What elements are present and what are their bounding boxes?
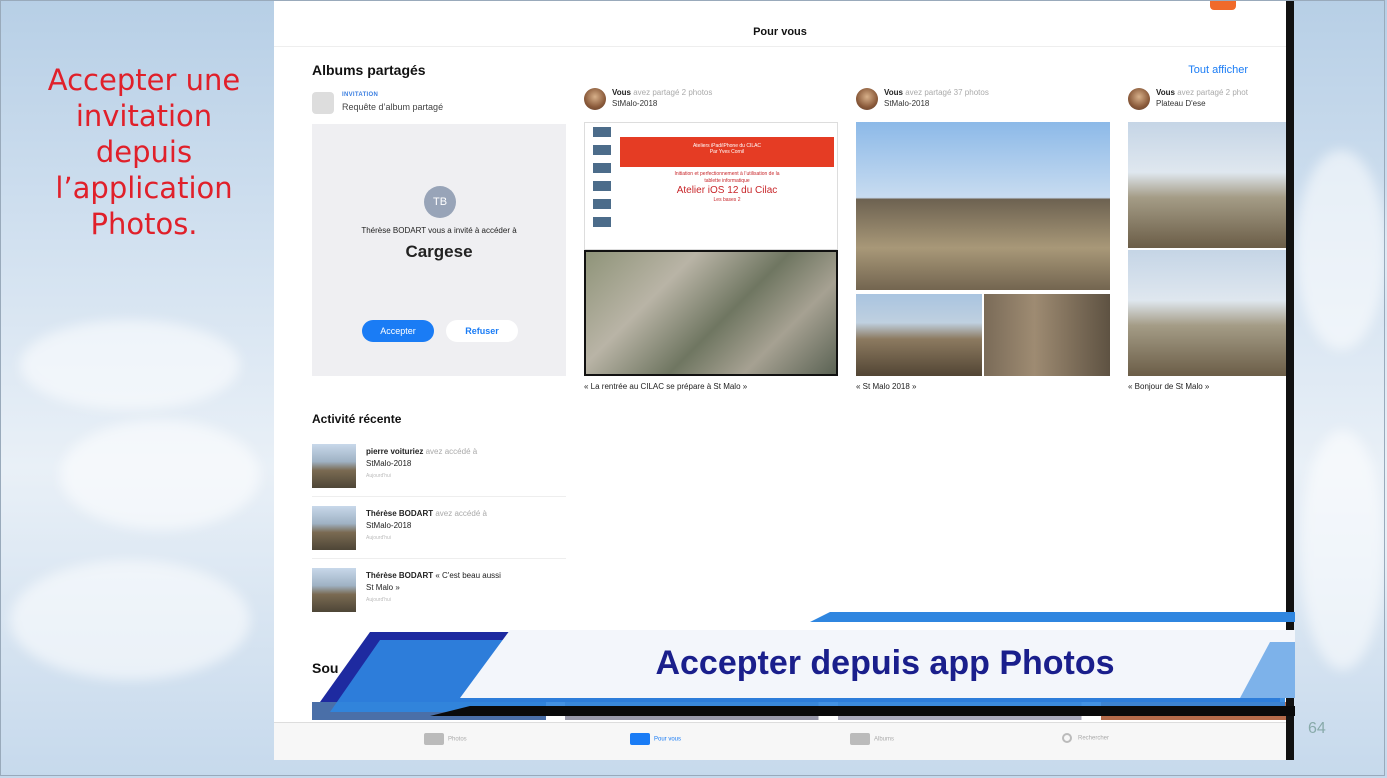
fort-photo (856, 294, 982, 376)
poster-thumb-item (593, 199, 611, 209)
share-activity: Vous avez partagé 37 photos (884, 88, 989, 97)
search-icon (1062, 733, 1072, 743)
avatar (856, 88, 878, 110)
see-all-link[interactable]: Tout afficher (1188, 64, 1248, 76)
share-album-name: Plateau D'ese (1156, 99, 1206, 108)
cloud-decoration (1300, 430, 1385, 670)
tab-bar: Photos Pour vous Albums Rechercher (274, 722, 1286, 760)
poster-thumb-item (593, 217, 611, 227)
caption-line: invitation (75, 99, 213, 133)
banner-top-stripe (810, 612, 1295, 622)
invitation-card: TB Thérèse BODART vous a invité à accéde… (312, 124, 566, 376)
activity-text: pierre voituriez avez accédé à StMalo-20… (366, 446, 566, 482)
slide-caption: Accepter une invitation depuis l’applica… (14, 62, 274, 242)
poster-text: Initiation et perfectionnement à l’utili… (674, 171, 780, 203)
activity-thumbnail (312, 568, 356, 612)
caption-line: l’application (55, 171, 233, 205)
slide-number: 64 (1308, 720, 1326, 737)
avatar (584, 88, 606, 110)
photos-icon (424, 733, 444, 745)
activity-time: Aujourd'hui (366, 597, 391, 603)
recent-activity-title: Activité récente (312, 412, 402, 426)
accept-button[interactable]: Accepter (362, 320, 434, 342)
banner-text: Accepter depuis app Photos (655, 644, 1114, 682)
share-album-name: StMalo-2018 (612, 99, 658, 108)
share-album-name: StMalo-2018 (884, 99, 930, 108)
activity-row[interactable]: pierre voituriez avez accédé à StMalo-20… (312, 436, 566, 497)
share-activity: Vous avez partagé 2 phot (1156, 88, 1248, 97)
invitation-album-name: Cargese (405, 242, 473, 261)
shared-albums-title: Albums partagés (312, 62, 426, 78)
activity-text: Thérèse BODART avez accédé à StMalo-2018… (366, 508, 566, 544)
activity-thumbnail (312, 444, 356, 488)
banner-shadow-shape (430, 706, 1295, 716)
poster-thumb-item (593, 163, 611, 173)
share-activity: Vous avez partagé 2 photos (612, 88, 713, 97)
share-caption: « Bonjour de St Malo » (1128, 382, 1210, 391)
cloud-decoration (20, 320, 240, 410)
rocks-photo (1128, 250, 1286, 376)
tower-photo (984, 294, 1110, 376)
cloud-decoration (1296, 150, 1386, 350)
activity-row[interactable]: Thérèse BODART « C'est beau aussi St Mal… (312, 560, 566, 620)
caption-line: Accepter une (47, 63, 241, 97)
nav-title: Pour vous (274, 18, 1286, 47)
invitation-message: Thérèse BODART vous a invité à accéder à (361, 226, 517, 235)
status-bar (274, 0, 1286, 12)
cloud-decoration (60, 420, 260, 530)
activity-thumbnail (312, 506, 356, 550)
beach-photo (856, 122, 1110, 290)
poster-thumb-item (593, 181, 611, 191)
aerial-photo (584, 250, 838, 376)
activity-time: Aujourd'hui (366, 535, 391, 541)
albums-icon (850, 733, 870, 745)
share-caption: « La rentrée au CILAC se prépare à St Ma… (584, 382, 748, 391)
for-you-icon (630, 733, 650, 745)
poster-thumb-item (593, 145, 611, 155)
activity-text: Thérèse BODART « C'est beau aussi St Mal… (366, 570, 566, 606)
seagull-photo (1128, 122, 1286, 248)
title-banner: Accepter depuis app Photos (320, 612, 1295, 716)
cloud-decoration (10, 560, 250, 680)
caption-line: Photos. (90, 207, 198, 241)
refuse-button[interactable]: Refuser (446, 320, 518, 342)
avatar (1128, 88, 1150, 110)
tab-albums[interactable]: Albums (850, 733, 894, 745)
caption-line: depuis (95, 135, 193, 169)
invitation-subtitle: Requête d’album partagé (342, 102, 444, 112)
tab-search[interactable]: Rechercher (1062, 733, 1109, 743)
invitation-tag: INVITATION (342, 92, 379, 98)
poster-thumbnail: Ateliers iPad/iPhone du CILAC Par Yves C… (584, 122, 838, 250)
activity-row[interactable]: Thérèse BODART avez accédé à StMalo-2018… (312, 498, 566, 559)
shared-album-icon (312, 92, 334, 114)
activity-time: Aujourd'hui (366, 473, 391, 479)
status-indicator (1210, 0, 1236, 10)
avatar: TB (424, 186, 456, 218)
poster-thumb-item (593, 127, 611, 137)
poster-header: Ateliers iPad/iPhone du CILAC Par Yves C… (620, 137, 834, 167)
tab-photos[interactable]: Photos (424, 733, 467, 745)
share-caption: « St Malo 2018 » (856, 382, 917, 391)
tab-for-you[interactable]: Pour vous (630, 733, 681, 745)
